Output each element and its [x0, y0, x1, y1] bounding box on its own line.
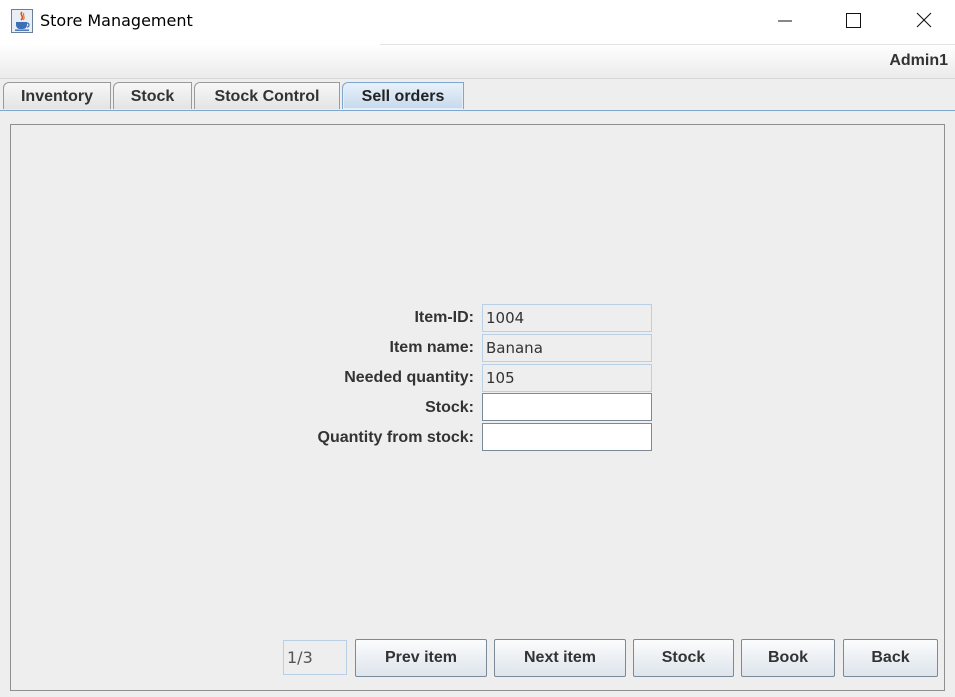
needed-quantity-field: 105	[482, 364, 652, 392]
sell-order-panel	[10, 124, 945, 691]
tab-stock-control[interactable]: Stock Control	[194, 82, 340, 109]
back-button[interactable]: Back	[843, 639, 938, 677]
close-button[interactable]	[900, 0, 946, 42]
minimize-icon	[778, 20, 792, 22]
minimize-button[interactable]	[762, 0, 808, 42]
tab-stock[interactable]: Stock	[113, 82, 192, 109]
window-title: Store Management	[40, 11, 193, 30]
tab-inventory[interactable]: Inventory	[3, 82, 111, 109]
item-name-field: Banana	[482, 334, 652, 362]
current-user-label: Admin1	[889, 52, 948, 69]
stock-button[interactable]: Stock	[633, 639, 734, 677]
header-divider	[380, 44, 955, 45]
prev-item-button[interactable]: Prev item	[355, 639, 487, 677]
tab-sell-orders[interactable]: Sell orders	[342, 82, 464, 109]
maximize-button[interactable]	[830, 0, 876, 42]
header-strip: Admin1	[0, 44, 955, 79]
maximize-icon	[846, 13, 861, 28]
page-indicator: 1/3	[283, 640, 347, 675]
title-bar: Store Management	[0, 0, 955, 44]
tab-bar: Inventory Stock Stock Control Sell order…	[0, 79, 955, 111]
quantity-from-stock-label: Quantity from stock:	[317, 429, 474, 446]
stock-label: Stock:	[425, 399, 474, 416]
quantity-from-stock-input[interactable]	[482, 423, 652, 451]
item-id-label: Item-ID:	[414, 309, 474, 326]
item-id-field: 1004	[482, 304, 652, 332]
next-item-button[interactable]: Next item	[494, 639, 626, 677]
item-name-label: Item name:	[389, 339, 474, 356]
book-button[interactable]: Book	[741, 639, 835, 677]
stock-input[interactable]	[482, 393, 652, 421]
close-icon	[916, 12, 932, 28]
java-coffee-cup-icon	[11, 9, 33, 33]
needed-quantity-label: Needed quantity:	[344, 369, 474, 386]
